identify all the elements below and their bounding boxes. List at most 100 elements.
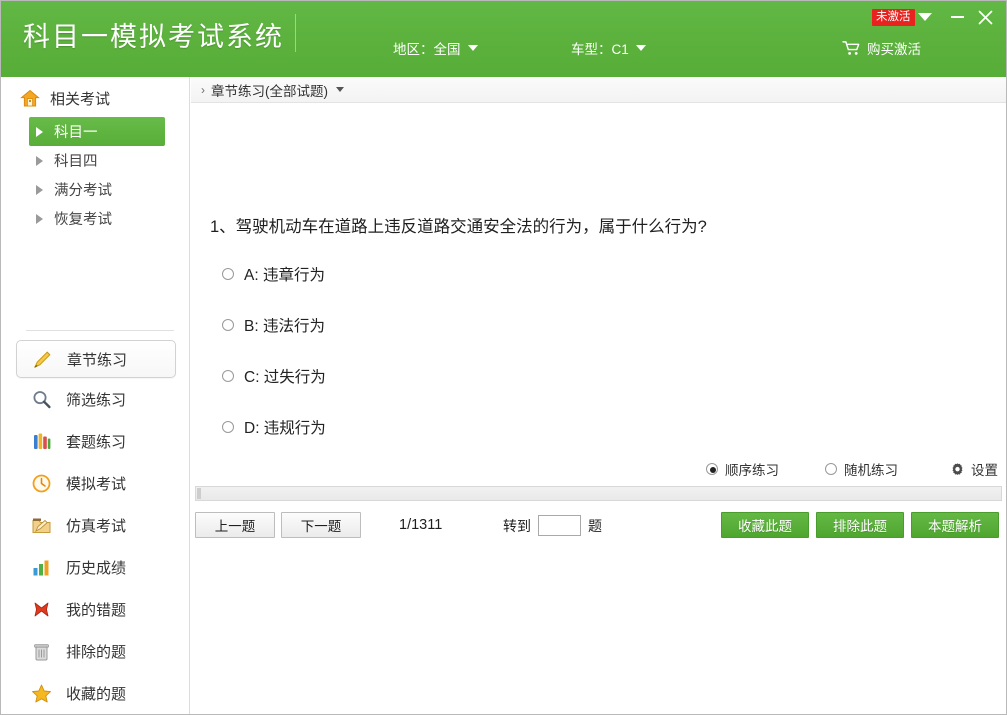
car-type-selector[interactable]: 车型：C1 [571,38,646,58]
answer-options: A: 违章行为 B: 违法行为 C: 过失行为 D: 违规行为 [222,248,326,452]
test-tube-icon [30,430,52,452]
trash-icon [30,640,52,662]
app-title: 科目一模拟考试系统 [23,15,284,54]
folder-pencil-icon [30,514,52,536]
sidebar-item-label: 仿真考试 [66,515,126,536]
exam-list: 科目一 科目四 满分考试 恢复考试 [2,117,190,233]
question-pane: 1、驾驶机动车在道路上违反道路交通安全法的行为，属于什么行为? A: 违章行为 … [191,104,1006,501]
practice-mode-sequential[interactable]: 顺序练习 [706,459,779,479]
title-separator [295,14,296,52]
sidebar-item-taoti-lianxi[interactable]: 套题练习 [16,420,176,462]
chevron-down-icon [468,45,478,51]
region-selector[interactable]: 地区：全国 [393,38,478,58]
clock-icon [30,472,52,494]
sidebar: 相关考试 科目一 科目四 满分考试 恢复考试 [2,77,190,715]
home-icon [20,89,40,108]
previous-question-button[interactable]: 上一题 [195,512,275,538]
activation-status-badge[interactable]: 未激活 [872,9,915,26]
bar-chart-icon [30,556,52,578]
radio-icon[interactable] [222,370,234,382]
goto-question-input[interactable] [538,515,581,536]
settings-label: 设置 [971,459,998,479]
answer-option-c[interactable]: C: 过失行为 [222,350,326,401]
practice-mode-label: 顺序练习 [725,459,779,479]
exam-item-label: 恢复考试 [54,208,112,229]
sidebar-item-paichu-de-ti[interactable]: 排除的题 [16,630,176,672]
sidebar-item-fangzhen-kaoshi[interactable]: 仿真考试 [16,504,176,546]
radio-icon[interactable] [706,463,718,475]
exam-item-label: 科目四 [54,150,98,171]
answer-option-label: C: 过失行为 [244,365,326,387]
pencil-icon [31,348,53,370]
buy-activate-label: 购买激活 [867,38,921,58]
sidebar-item-wode-cuoti[interactable]: 我的错题 [16,588,176,630]
sidebar-item-huifu-kaoshi[interactable]: 恢复考试 [29,204,160,233]
sidebar-item-kemu-si[interactable]: 科目四 [29,146,160,175]
practice-mode-row: 顺序练习 随机练习 设置 [660,459,998,479]
settings-button[interactable]: 设置 [950,459,998,479]
red-cross-icon [30,598,52,620]
sidebar-item-label: 排除的题 [66,641,126,662]
triangle-right-icon [36,127,43,137]
chevron-down-icon [918,13,932,21]
radio-icon[interactable] [825,463,837,475]
exam-item-label: 科目一 [54,121,98,142]
radio-icon[interactable] [222,319,234,331]
answer-option-b[interactable]: B: 违法行为 [222,299,326,350]
sidebar-item-label: 模拟考试 [66,473,126,494]
triangle-right-icon [36,214,43,224]
magnifier-icon [30,388,52,410]
practice-mode-random[interactable]: 随机练习 [825,459,898,479]
triangle-right-icon [36,185,43,195]
sidebar-divider [26,330,174,331]
practice-mode-label: 随机练习 [844,459,898,479]
sidebar-item-lishi-chengji[interactable]: 历史成绩 [16,546,176,588]
sidebar-item-label: 我的错题 [66,599,126,620]
car-type-label: 车型：C1 [571,38,629,58]
goto-suffix-label: 题 [588,516,602,536]
sidebar-item-shaixuan-lianxi[interactable]: 筛选练习 [16,378,176,420]
answer-option-a[interactable]: A: 违章行为 [222,248,326,299]
breadcrumb[interactable]: › 章节练习(全部试题) [191,77,1006,103]
sidebar-item-kemu-yi[interactable]: 科目一 [29,117,165,146]
radio-icon[interactable] [222,421,234,433]
sidebar-item-label: 章节练习 [67,349,127,370]
next-question-button[interactable]: 下一题 [281,512,361,538]
exclude-question-button[interactable]: 排除此题 [816,512,904,538]
expand-menu-button[interactable] [916,7,934,27]
sidebar-item-label: 收藏的题 [66,683,126,704]
sidebar-item-manfen-kaoshi[interactable]: 满分考试 [29,175,160,204]
breadcrumb-label: 章节练习(全部试题) [211,80,328,100]
sidebar-item-zhangjie-lianxi[interactable]: 章节练习 [16,340,176,378]
sidebar-item-label: 历史成绩 [66,557,126,578]
goto-question-group: 转到 题 [503,515,602,536]
radio-icon[interactable] [222,268,234,280]
sidebar-item-shoucang-de-ti[interactable]: 收藏的题 [16,672,176,714]
sidebar-menu: 章节练习 筛选练习 [2,340,190,715]
sidebar-item-label: 套题练习 [66,431,126,452]
exam-section-title: 相关考试 [50,88,110,109]
exam-section-header: 相关考试 [20,88,110,109]
goto-prefix-label: 转到 [503,516,531,536]
horizontal-scrollbar[interactable] [195,486,1002,501]
close-button[interactable] [975,7,995,27]
region-label: 地区：全国 [393,38,461,58]
minimize-button[interactable] [947,7,967,27]
scrollbar-thumb[interactable] [197,488,201,499]
sidebar-item-moni-kaoshi[interactable]: 模拟考试 [16,462,176,504]
main-content: › 章节练习(全部试题) 1、驾驶机动车在道路上违反道路交通安全法的行为，属于什… [191,77,1006,715]
question-analysis-button[interactable]: 本题解析 [911,512,999,538]
minimize-icon [951,16,964,18]
answer-option-d[interactable]: D: 违规行为 [222,401,326,452]
star-icon [30,682,52,704]
application-window: 科目一模拟考试系统 地区：全国 车型：C1 购买激活 未激活 [0,0,1007,715]
shopping-cart-icon [842,40,861,56]
close-icon [978,10,993,25]
title-bar: 科目一模拟考试系统 地区：全国 车型：C1 购买激活 未激活 [1,1,1006,77]
answer-option-label: A: 违章行为 [244,263,325,285]
exam-item-label: 满分考试 [54,179,112,200]
chevron-down-icon [636,45,646,51]
buy-activate-button[interactable]: 购买激活 [842,38,921,58]
question-text: 1、驾驶机动车在道路上违反道路交通安全法的行为，属于什么行为? [210,213,707,237]
favorite-question-button[interactable]: 收藏此题 [721,512,809,538]
